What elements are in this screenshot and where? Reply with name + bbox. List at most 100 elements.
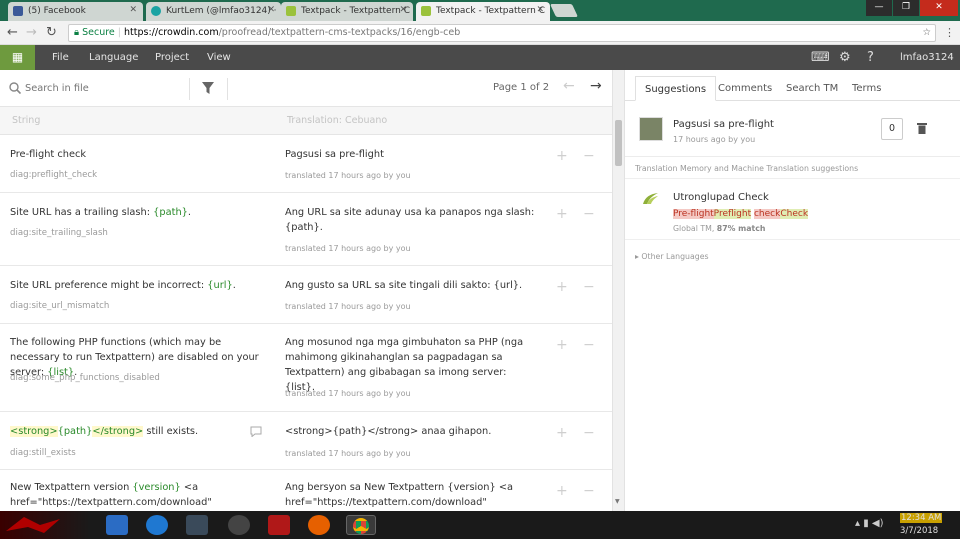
start-logo-icon[interactable] — [0, 511, 90, 539]
maximize-button[interactable]: ❐ — [893, 0, 919, 16]
app-header: ▦ File Language Project View ⌨ ⚙ ? lmfao… — [0, 45, 960, 70]
url-path: /proofread/textpattern-cms-textpacks/16/… — [218, 27, 461, 38]
tab-search-tm[interactable]: Search TM — [777, 76, 847, 101]
vote-up-icon[interactable]: + — [556, 425, 568, 441]
media-player-icon[interactable] — [146, 515, 168, 535]
string-row[interactable]: Site URL preference might be incorrect: … — [0, 266, 612, 324]
trash-icon[interactable] — [917, 122, 927, 134]
translation-meta: translated 17 hours ago by you — [285, 171, 411, 180]
diff-inserted: Check — [780, 209, 809, 219]
gear-icon[interactable]: ⚙ — [839, 45, 851, 70]
textpattern-tm-icon — [643, 193, 658, 204]
app-grid-icon[interactable]: ▦ — [0, 45, 35, 70]
tm-suggestion[interactable]: Utronglupad Check Pre-flightPreflight ch… — [625, 178, 960, 240]
vote-down-icon[interactable]: − — [583, 206, 595, 222]
translation-text: Ang bersyon sa New Textpattern {version}… — [285, 482, 514, 508]
os-taskbar: ▴ ▮ ◀) 12:34 AM 3/7/2018 — [0, 511, 960, 539]
tm-match: 87% match — [716, 224, 766, 233]
browser-tab-kurtlem[interactable]: KurtLem (@lmfao3124) · ✕ — [146, 2, 281, 21]
browser-tab-textpack-active[interactable]: Textpack - Textpattern C ✕ — [416, 2, 550, 21]
string-row[interactable]: The following PHP functions (which may b… — [0, 324, 612, 412]
placeholder-token: {path} — [57, 426, 93, 437]
vote-down-icon[interactable]: − — [583, 425, 595, 441]
menu-language[interactable]: Language — [89, 45, 138, 70]
browser-menu-icon[interactable]: ⋮ — [944, 25, 955, 40]
menu-project[interactable]: Project — [155, 45, 189, 70]
close-tab-icon[interactable]: ✕ — [399, 5, 407, 15]
translation-meta: translated 17 hours ago by you — [285, 302, 411, 311]
string-row[interactable]: Site URL has a trailing slash: {path}. d… — [0, 193, 612, 266]
vote-down-icon[interactable]: − — [583, 337, 595, 353]
html-tag: <strong> — [10, 426, 58, 437]
game-icon[interactable] — [268, 515, 290, 535]
placeholder-token: {url} — [207, 280, 233, 291]
tab-suggestions[interactable]: Suggestions — [635, 76, 717, 101]
prev-page-arrow-icon[interactable]: ← — [563, 78, 575, 94]
address-bar[interactable]: 🔒︎ Secure | https://crowdin.com/proofrea… — [68, 24, 936, 42]
vote-down-icon[interactable]: − — [583, 483, 595, 499]
strings-scrollbar[interactable]: ▼ — [612, 70, 624, 511]
placeholder-token: {path} — [153, 207, 188, 218]
firefox-icon[interactable] — [308, 515, 330, 535]
translation-text: Ang URL sa site adunay usa ka panapos ng… — [285, 207, 535, 233]
camera-icon[interactable] — [228, 515, 250, 535]
menu-view[interactable]: View — [207, 45, 231, 70]
search-input[interactable] — [25, 79, 185, 97]
comment-icon[interactable] — [250, 426, 262, 437]
bookmark-star-icon[interactable]: ☆ — [922, 25, 931, 41]
keyboard-icon[interactable]: ⌨ — [811, 45, 830, 70]
vote-down-icon[interactable]: − — [583, 279, 595, 295]
tray-icons[interactable]: ▴ ▮ ◀) — [855, 518, 883, 529]
tab-comments[interactable]: Comments — [709, 76, 781, 101]
menu-file[interactable]: File — [52, 45, 69, 70]
source-text: New Textpattern version {version} <a hre… — [10, 482, 212, 508]
html-tag: </strong> — [92, 426, 144, 437]
tm-source: Global TM, 87% match — [673, 224, 766, 233]
close-tab-icon[interactable]: ✕ — [129, 5, 137, 15]
string-row[interactable]: <strong>{path}</strong> still exists. di… — [0, 412, 612, 470]
back-arrow-icon[interactable]: ← — [7, 25, 18, 40]
chrome-icon[interactable] — [346, 515, 376, 535]
vote-up-icon[interactable]: + — [556, 206, 568, 222]
filter-icon[interactable] — [201, 81, 215, 95]
tab-terms[interactable]: Terms — [843, 76, 890, 101]
help-icon[interactable]: ? — [867, 45, 874, 70]
own-translation-text: Pagsusi sa pre-flight — [673, 119, 774, 130]
windows-icon[interactable] — [106, 515, 128, 535]
vote-up-icon[interactable]: + — [556, 483, 568, 499]
clock-time[interactable]: 12:34 AM — [900, 513, 943, 523]
source-text: Site URL has a trailing slash: {path}. — [10, 207, 192, 218]
browser-tab-textpack-1[interactable]: Textpack - Textpattern C ✕ — [281, 2, 413, 21]
new-tab-button[interactable] — [549, 4, 579, 17]
vote-up-icon[interactable]: + — [556, 279, 568, 295]
translation-text: <strong>{path}</strong> anaa gihapon. — [285, 426, 492, 437]
vote-up-icon[interactable]: + — [556, 148, 568, 164]
clock-date[interactable]: 3/7/2018 — [900, 526, 938, 536]
vote-down-icon[interactable]: − — [583, 148, 595, 164]
close-tab-icon[interactable]: ✕ — [267, 5, 275, 15]
string-row[interactable]: New Textpattern version {version} <a hre… — [0, 470, 612, 511]
close-tab-icon[interactable]: ✕ — [536, 5, 544, 15]
next-page-arrow-icon[interactable]: → — [590, 78, 602, 94]
username[interactable]: lmfao3124 — [900, 45, 954, 70]
column-string: String — [12, 115, 41, 126]
other-languages-toggle[interactable]: ▸ Other Languages — [635, 252, 709, 261]
explorer-icon[interactable] — [186, 515, 208, 535]
vote-up-icon[interactable]: + — [556, 337, 568, 353]
reload-icon[interactable]: ↻ — [46, 25, 57, 40]
string-key: diag:site_trailing_slash — [10, 228, 108, 238]
minimize-button[interactable]: — — [866, 0, 892, 16]
close-window-button[interactable]: ✕ — [920, 0, 958, 16]
source-text: <strong>{path}</strong> still exists. — [10, 426, 199, 437]
browser-tab-strip: (5) Facebook ✕ KurtLem (@lmfao3124) · ✕ … — [0, 0, 960, 21]
vote-count: 0 — [881, 118, 903, 140]
search-row: Page 1 of 2 ← → — [0, 70, 612, 107]
browser-tab-facebook[interactable]: (5) Facebook ✕ — [8, 2, 143, 21]
crowdin-favicon-icon — [421, 6, 431, 16]
string-row[interactable]: Pre-flight check diag:preflight_check Pa… — [0, 135, 612, 193]
scrollbar-thumb[interactable] — [615, 120, 622, 166]
lock-icon: 🔒︎ — [74, 27, 80, 38]
avatar — [639, 117, 663, 141]
forward-arrow-icon[interactable]: → — [26, 25, 37, 40]
translation-meta: translated 17 hours ago by you — [285, 389, 411, 398]
